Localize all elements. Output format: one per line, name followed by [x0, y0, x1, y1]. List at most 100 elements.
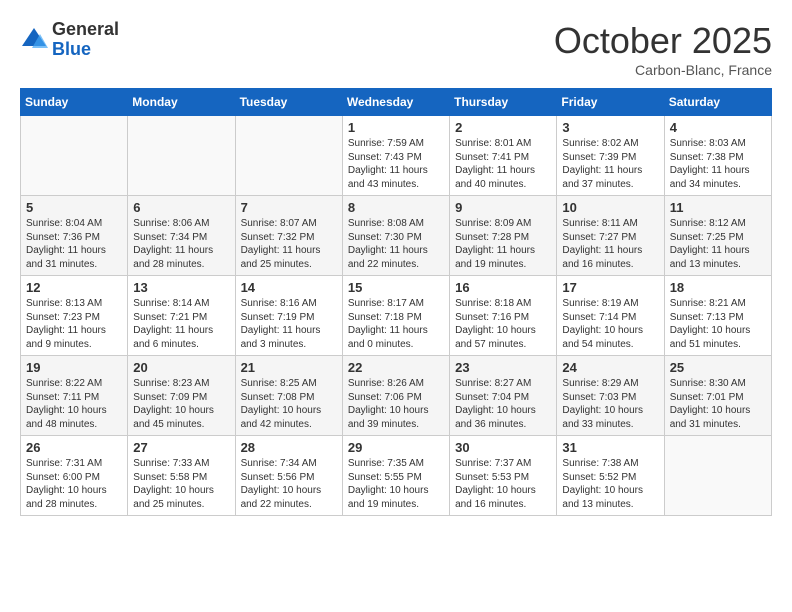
- day-info: Sunrise: 8:07 AM Sunset: 7:32 PM Dayligh…: [241, 217, 337, 271]
- day-info: Sunrise: 8:11 AM Sunset: 7:27 PM Dayligh…: [562, 217, 658, 271]
- calendar-cell: 17 Sunrise: 8:19 AM Sunset: 7:14 PM Dayli…: [557, 276, 664, 356]
- day-number: 6: [133, 200, 229, 215]
- day-info: Sunrise: 8:23 AM Sunset: 7:09 PM Dayligh…: [133, 377, 229, 431]
- day-number: 20: [133, 360, 229, 375]
- page-header: General Blue October 2025 Carbon-Blanc, …: [20, 20, 772, 78]
- calendar-cell: 10 Sunrise: 8:11 AM Sunset: 7:27 PM Dayli…: [557, 196, 664, 276]
- day-info: Sunrise: 8:29 AM Sunset: 7:03 PM Dayligh…: [562, 377, 658, 431]
- day-number: 1: [348, 120, 444, 135]
- calendar-week-row: 5 Sunrise: 8:04 AM Sunset: 7:36 PM Daylig…: [21, 196, 772, 276]
- day-info: Sunrise: 8:02 AM Sunset: 7:39 PM Dayligh…: [562, 137, 658, 191]
- day-info: Sunrise: 7:33 AM Sunset: 5:58 PM Dayligh…: [133, 457, 229, 511]
- calendar-cell: [664, 436, 771, 516]
- location-subtitle: Carbon-Blanc, France: [554, 62, 772, 78]
- day-number: 23: [455, 360, 551, 375]
- calendar-cell: 16Sunrise: 8:18 AM Sunset: 7:16 PM Dayli…: [450, 276, 557, 356]
- day-number: 22: [348, 360, 444, 375]
- calendar-cell: 9 Sunrise: 8:09 AM Sunset: 7:28 PM Daylig…: [450, 196, 557, 276]
- day-number: 14: [241, 280, 337, 295]
- calendar-cell: 29 Sunrise: 7:35 AM Sunset: 5:55 PM Dayli…: [342, 436, 449, 516]
- day-info: Sunrise: 8:21 AM Sunset: 7:13 PM Dayligh…: [670, 297, 766, 351]
- calendar-cell: 15Sunrise: 8:17 AM Sunset: 7:18 PM Dayli…: [342, 276, 449, 356]
- day-info: Sunrise: 8:18 AM Sunset: 7:16 PM Dayligh…: [455, 297, 551, 351]
- calendar-cell: 4Sunrise: 8:03 AM Sunset: 7:38 PM Daylig…: [664, 116, 771, 196]
- logo-blue-text: Blue: [52, 40, 119, 60]
- day-number: 9: [455, 200, 551, 215]
- day-number: 7: [241, 200, 337, 215]
- day-info: Sunrise: 7:35 AM Sunset: 5:55 PM Dayligh…: [348, 457, 444, 511]
- calendar-cell: 24 Sunrise: 8:29 AM Sunset: 7:03 PM Dayli…: [557, 356, 664, 436]
- day-info: Sunrise: 8:03 AM Sunset: 7:38 PM Dayligh…: [670, 137, 766, 191]
- calendar-cell: 3 Sunrise: 8:02 AM Sunset: 7:39 PM Daylig…: [557, 116, 664, 196]
- calendar-cell: 5 Sunrise: 8:04 AM Sunset: 7:36 PM Daylig…: [21, 196, 128, 276]
- column-header-sunday: Sunday: [21, 89, 128, 116]
- day-number: 24: [562, 360, 658, 375]
- day-info: Sunrise: 8:27 AM Sunset: 7:04 PM Dayligh…: [455, 377, 551, 431]
- column-header-tuesday: Tuesday: [235, 89, 342, 116]
- day-info: Sunrise: 8:08 AM Sunset: 7:30 PM Dayligh…: [348, 217, 444, 271]
- column-header-friday: Friday: [557, 89, 664, 116]
- calendar-cell: [235, 116, 342, 196]
- title-area: October 2025 Carbon-Blanc, France: [554, 20, 772, 78]
- calendar-cell: 25 Sunrise: 8:30 AM Sunset: 7:01 PM Dayli…: [664, 356, 771, 436]
- day-number: 19: [26, 360, 122, 375]
- day-info: Sunrise: 8:01 AM Sunset: 7:41 PM Dayligh…: [455, 137, 551, 191]
- day-number: 3: [562, 120, 658, 135]
- calendar-table: SundayMondayTuesdayWednesdayThursdayFrid…: [20, 88, 772, 516]
- day-number: 30: [455, 440, 551, 455]
- day-info: Sunrise: 7:38 AM Sunset: 5:52 PM Dayligh…: [562, 457, 658, 511]
- logo: General Blue: [20, 20, 119, 60]
- day-info: Sunrise: 7:34 AM Sunset: 5:56 PM Dayligh…: [241, 457, 337, 511]
- day-info: Sunrise: 8:12 AM Sunset: 7:25 PM Dayligh…: [670, 217, 766, 271]
- day-info: Sunrise: 7:37 AM Sunset: 5:53 PM Dayligh…: [455, 457, 551, 511]
- day-info: Sunrise: 8:19 AM Sunset: 7:14 PM Dayligh…: [562, 297, 658, 351]
- day-number: 18: [670, 280, 766, 295]
- day-number: 5: [26, 200, 122, 215]
- day-number: 12: [26, 280, 122, 295]
- day-info: Sunrise: 8:30 AM Sunset: 7:01 PM Dayligh…: [670, 377, 766, 431]
- day-info: Sunrise: 8:14 AM Sunset: 7:21 PM Dayligh…: [133, 297, 229, 351]
- day-info: Sunrise: 8:13 AM Sunset: 7:23 PM Dayligh…: [26, 297, 122, 351]
- calendar-cell: 7 Sunrise: 8:07 AM Sunset: 7:32 PM Daylig…: [235, 196, 342, 276]
- day-number: 28: [241, 440, 337, 455]
- calendar-cell: 31 Sunrise: 7:38 AM Sunset: 5:52 PM Dayli…: [557, 436, 664, 516]
- calendar-cell: 20 Sunrise: 8:23 AM Sunset: 7:09 PM Dayli…: [128, 356, 235, 436]
- calendar-cell: 22 Sunrise: 8:26 AM Sunset: 7:06 PM Dayli…: [342, 356, 449, 436]
- day-info: Sunrise: 8:25 AM Sunset: 7:08 PM Dayligh…: [241, 377, 337, 431]
- calendar-week-row: 26 Sunrise: 7:31 AM Sunset: 6:00 PM Dayli…: [21, 436, 772, 516]
- calendar-cell: 1Sunrise: 7:59 AM Sunset: 7:43 PM Daylig…: [342, 116, 449, 196]
- month-title: October 2025: [554, 20, 772, 62]
- day-number: 21: [241, 360, 337, 375]
- day-number: 10: [562, 200, 658, 215]
- calendar-cell: 18 Sunrise: 8:21 AM Sunset: 7:13 PM Dayli…: [664, 276, 771, 356]
- day-info: Sunrise: 8:26 AM Sunset: 7:06 PM Dayligh…: [348, 377, 444, 431]
- calendar-header-row: SundayMondayTuesdayWednesdayThursdayFrid…: [21, 89, 772, 116]
- day-number: 13: [133, 280, 229, 295]
- calendar-cell: 6 Sunrise: 8:06 AM Sunset: 7:34 PM Daylig…: [128, 196, 235, 276]
- day-info: Sunrise: 8:22 AM Sunset: 7:11 PM Dayligh…: [26, 377, 122, 431]
- day-number: 8: [348, 200, 444, 215]
- day-number: 15: [348, 280, 444, 295]
- calendar-cell: 14 Sunrise: 8:16 AM Sunset: 7:19 PM Dayli…: [235, 276, 342, 356]
- day-number: 25: [670, 360, 766, 375]
- day-info: Sunrise: 8:09 AM Sunset: 7:28 PM Dayligh…: [455, 217, 551, 271]
- column-header-monday: Monday: [128, 89, 235, 116]
- day-info: Sunrise: 8:16 AM Sunset: 7:19 PM Dayligh…: [241, 297, 337, 351]
- day-number: 26: [26, 440, 122, 455]
- day-number: 11: [670, 200, 766, 215]
- calendar-cell: 30 Sunrise: 7:37 AM Sunset: 5:53 PM Dayli…: [450, 436, 557, 516]
- day-number: 17: [562, 280, 658, 295]
- calendar-cell: [128, 116, 235, 196]
- calendar-cell: 27Sunrise: 7:33 AM Sunset: 5:58 PM Dayli…: [128, 436, 235, 516]
- calendar-cell: 19 Sunrise: 8:22 AM Sunset: 7:11 PM Dayli…: [21, 356, 128, 436]
- day-info: Sunrise: 7:31 AM Sunset: 6:00 PM Dayligh…: [26, 457, 122, 511]
- calendar-week-row: 1Sunrise: 7:59 AM Sunset: 7:43 PM Daylig…: [21, 116, 772, 196]
- day-number: 2: [455, 120, 551, 135]
- calendar-body: 1Sunrise: 7:59 AM Sunset: 7:43 PM Daylig…: [21, 116, 772, 516]
- day-info: Sunrise: 8:04 AM Sunset: 7:36 PM Dayligh…: [26, 217, 122, 271]
- day-info: Sunrise: 8:06 AM Sunset: 7:34 PM Dayligh…: [133, 217, 229, 271]
- day-number: 29: [348, 440, 444, 455]
- column-header-saturday: Saturday: [664, 89, 771, 116]
- calendar-cell: 12 Sunrise: 8:13 AM Sunset: 7:23 PM Dayli…: [21, 276, 128, 356]
- day-number: 31: [562, 440, 658, 455]
